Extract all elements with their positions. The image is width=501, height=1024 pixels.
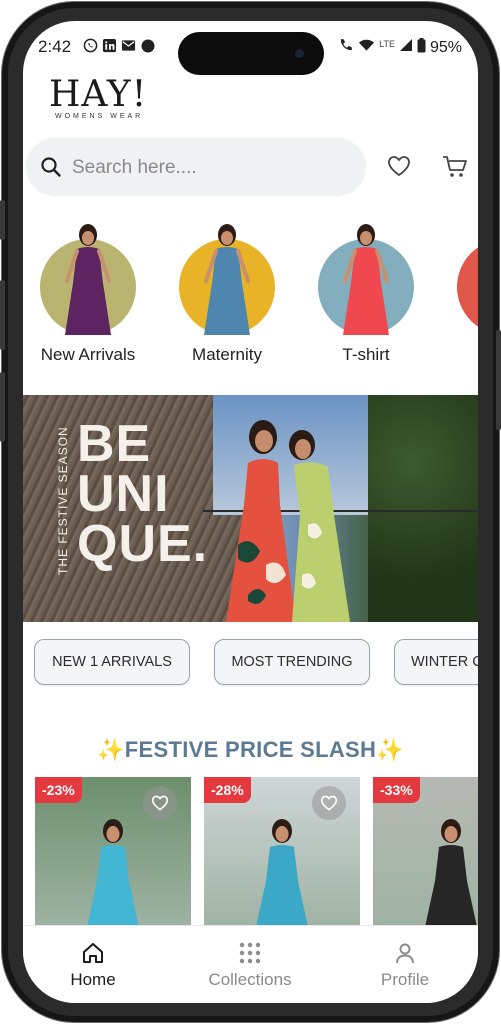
tab-label: Collections: [208, 970, 292, 989]
banner-line-1: BE: [77, 415, 152, 473]
cart-icon[interactable]: [442, 155, 468, 184]
profile-icon: [345, 940, 465, 966]
sparkle-icon: ✨: [376, 737, 404, 762]
dot-icon: [140, 38, 155, 53]
mail-icon: [121, 38, 136, 53]
battery-icon: [417, 37, 426, 58]
product-card[interactable]: -33%: [373, 777, 478, 927]
wishlist-button[interactable]: [143, 786, 177, 820]
app-screen: 2:42 LTE 95% HAY! WOMENS WEAR Search her…: [23, 21, 478, 1003]
status-time: 2:42: [38, 37, 72, 56]
product-image: [425, 819, 477, 927]
discount-badge: -33%: [373, 777, 420, 803]
product-image: [256, 819, 308, 927]
whatsapp-icon: [83, 38, 98, 53]
category-model-image: [343, 224, 389, 335]
category-label: Maternity: [192, 345, 262, 364]
tab-label: Home: [70, 970, 116, 989]
filter-chips: NEW 1 ARRIVALS MOST TRENDING WINTER C: [23, 639, 478, 687]
tab-home[interactable]: Home: [33, 940, 153, 990]
section-title-text: FESTIVE PRICE SLASH: [124, 737, 377, 762]
product-image: [87, 819, 139, 927]
wishlist-button[interactable]: [312, 786, 346, 820]
logo-text: HAY!: [49, 74, 148, 115]
banner-tree: [368, 395, 478, 622]
heart-icon: [320, 795, 338, 811]
power-button: [496, 330, 501, 430]
model-right-image: [289, 430, 350, 622]
category-image: [318, 224, 414, 335]
category-item[interactable]: D: [450, 221, 478, 365]
category-label: T-shirt: [342, 345, 390, 364]
category-item[interactable]: Maternity: [172, 221, 282, 365]
action-button: [0, 372, 5, 442]
filter-chip[interactable]: NEW 1 ARRIVALS: [34, 639, 190, 685]
category-row: New Arrivals Maternity T-shirt D: [23, 221, 478, 371]
search-bar[interactable]: [26, 138, 366, 196]
banner-headline: BE UNI QUE.: [77, 415, 209, 573]
discount-badge: -23%: [35, 777, 82, 803]
volume-up-button: [0, 200, 5, 240]
category-model-image: [204, 224, 250, 335]
signal-icon: [399, 38, 413, 57]
product-card[interactable]: -23%: [35, 777, 191, 927]
category-label: D: [450, 345, 478, 365]
category-item[interactable]: T-shirt: [311, 221, 421, 365]
heart-icon[interactable]: [387, 155, 411, 182]
category-image: [457, 239, 478, 335]
sparkle-icon: ✨: [97, 737, 125, 762]
brand-logo[interactable]: HAY! WOMENS WEAR: [49, 77, 149, 129]
banner-vertical-text: THE FESTIVE SEASON: [56, 426, 70, 575]
filter-chip[interactable]: WINTER C: [394, 639, 478, 685]
category-image: [179, 224, 275, 335]
tab-collections[interactable]: Collections: [190, 940, 310, 990]
banner-line-2: UNI: [77, 465, 170, 523]
category-model-image: [65, 224, 111, 335]
dynamic-island: [178, 32, 324, 75]
section-title: ✨FESTIVE PRICE SLASH✨: [23, 737, 478, 763]
search-icon: [40, 156, 62, 183]
battery-level: 95%: [429, 38, 462, 56]
tab-label: Profile: [380, 970, 430, 989]
search-input[interactable]: [70, 152, 354, 184]
promo-banner[interactable]: THE FESTIVE SEASON BE UNI QUE.: [23, 395, 478, 622]
logo-tagline: WOMENS WEAR: [55, 113, 144, 120]
category-model-image: [470, 223, 478, 335]
category-image: [40, 224, 136, 335]
heart-icon: [151, 795, 169, 811]
volume-down-button: [0, 280, 5, 350]
category-item[interactable]: New Arrivals: [33, 221, 143, 365]
network-type: LTE: [379, 38, 395, 49]
linkedin-icon: [102, 38, 117, 53]
camera-icon: [295, 49, 304, 58]
grid-icon: [190, 940, 310, 966]
category-label: New Arrivals: [40, 345, 136, 364]
banner-line-3: QUE.: [77, 515, 209, 573]
wifi-icon: [358, 38, 375, 57]
tab-profile[interactable]: Profile: [345, 940, 465, 990]
filter-chip[interactable]: MOST TRENDING: [214, 639, 370, 685]
discount-badge: -28%: [204, 777, 251, 803]
call-icon: [338, 37, 354, 58]
home-icon: [33, 940, 153, 966]
product-carousel: -23% -28% -33%: [23, 777, 478, 927]
product-card[interactable]: -28%: [204, 777, 360, 927]
bottom-tab-bar: Home Collections Profile: [23, 925, 478, 1003]
